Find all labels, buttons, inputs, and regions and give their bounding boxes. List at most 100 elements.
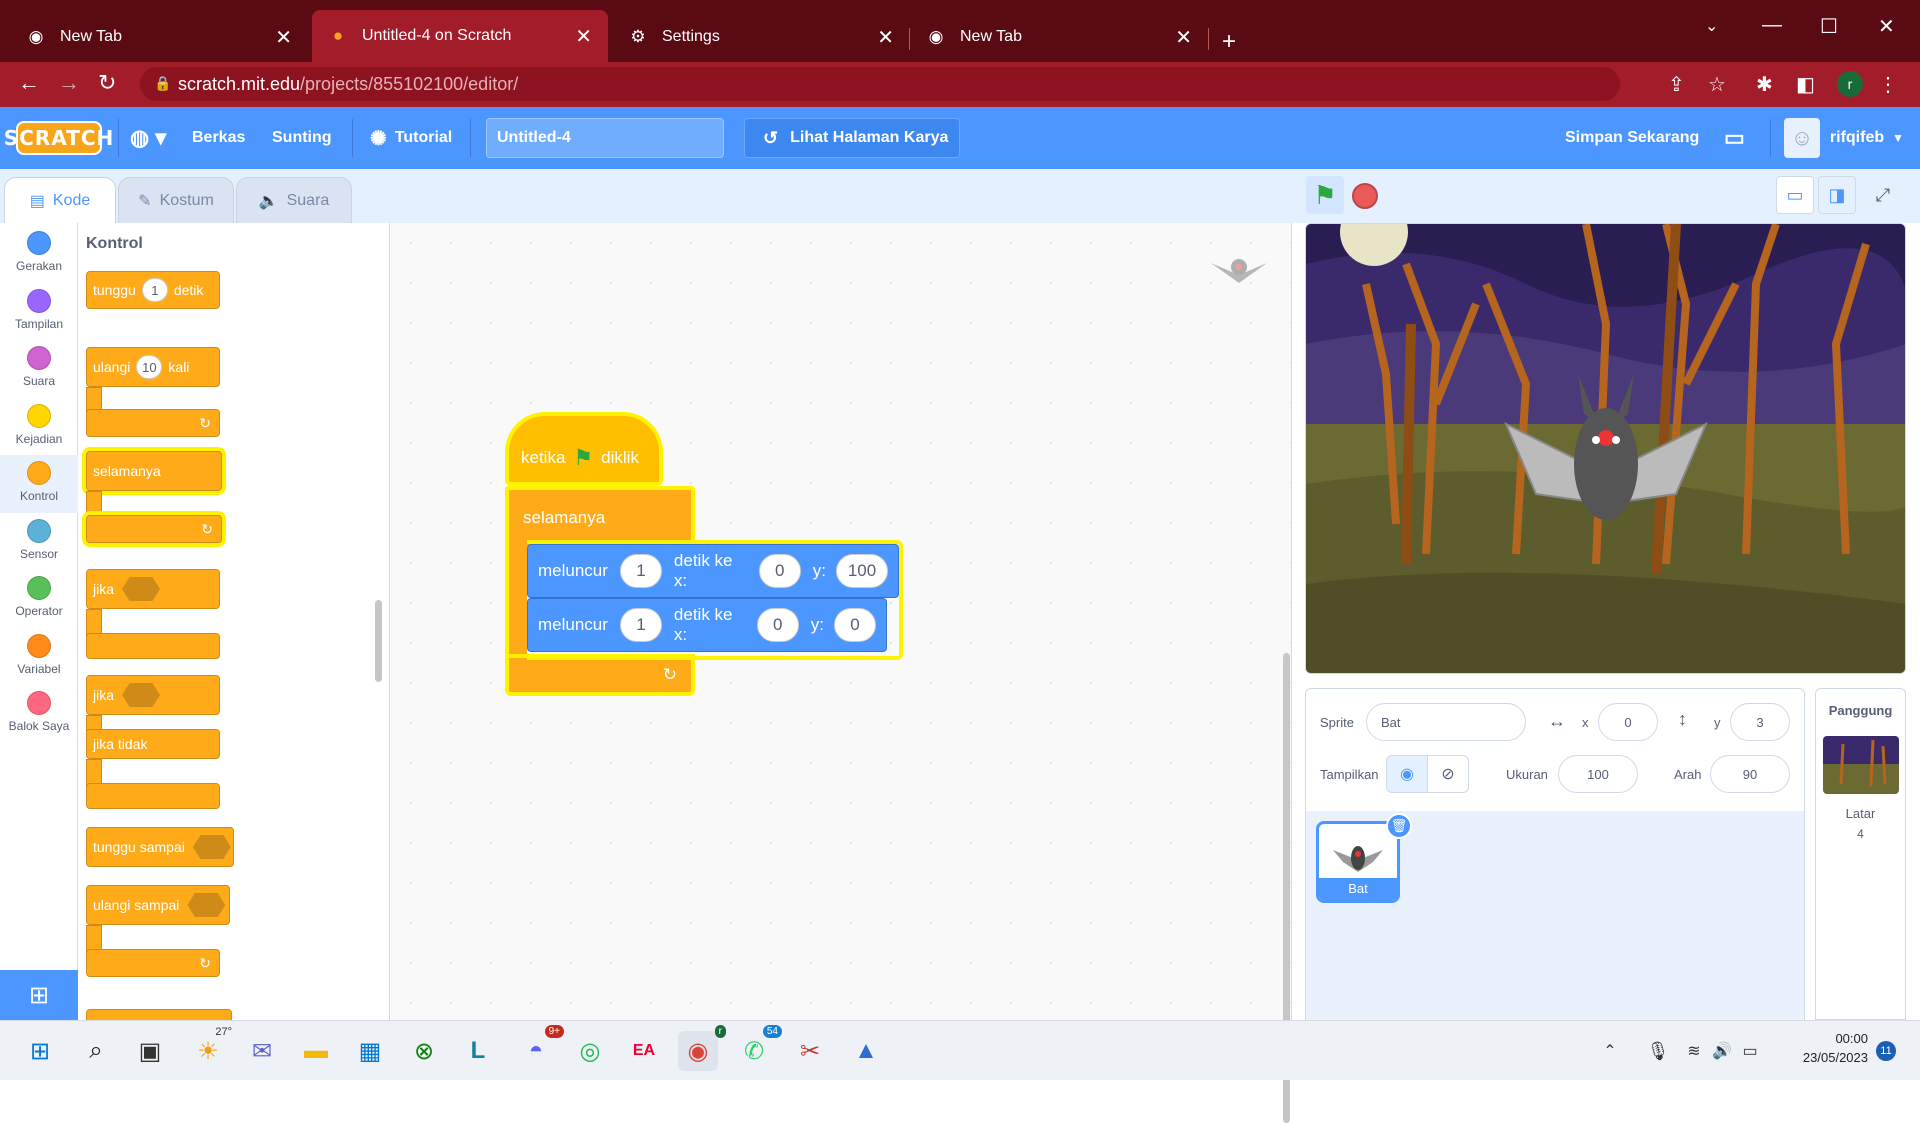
account-menu[interactable]: ☺ rifqifeb ▼ — [1784, 118, 1904, 158]
more-menu-icon[interactable]: ⋮ — [1878, 72, 1898, 97]
x-input[interactable]: 0 — [756, 608, 799, 642]
tab-new-tab-1[interactable]: ◉ New Tab ✕ — [10, 12, 308, 62]
tutorial-button[interactable]: ✺ Tutorial — [370, 107, 452, 169]
save-now-button[interactable]: Simpan Sekarang — [1565, 107, 1699, 169]
whatsapp-icon[interactable]: ✆ 54 — [734, 1025, 782, 1071]
hide-eye-icon[interactable]: ⊘ — [1427, 755, 1469, 793]
reload-icon[interactable]: ↻ — [98, 70, 116, 96]
window-close-icon[interactable]: ✕ — [1878, 14, 1895, 39]
y-input[interactable]: 100 — [836, 554, 888, 588]
share-icon[interactable]: ⇪ — [1668, 72, 1685, 97]
tab-code[interactable]: ▤ Kode — [4, 177, 116, 223]
tab-scratch[interactable]: ● Untitled-4 on Scratch ✕ — [312, 10, 608, 62]
side-panel-icon[interactable]: ◧ — [1796, 72, 1815, 97]
chrome-taskbar-icon[interactable]: ◉ r — [678, 1025, 726, 1071]
windows-start-icon[interactable]: ⊞ — [20, 1031, 60, 1071]
number-input[interactable]: 10 — [136, 355, 163, 379]
new-tab-plus-icon[interactable]: + — [1222, 28, 1236, 56]
battery-icon[interactable]: ▭ — [1738, 1031, 1762, 1071]
category-motion[interactable]: Gerakan — [0, 225, 78, 283]
x-input[interactable]: 0 — [758, 554, 801, 588]
microsoft-store-icon[interactable]: ▦ — [350, 1031, 390, 1071]
category-operators[interactable]: Operator — [0, 570, 78, 628]
xbox-icon[interactable]: ⊗ — [404, 1031, 444, 1071]
discord-icon[interactable]: ◓ 9+ — [516, 1025, 564, 1071]
tab-costume[interactable]: ✎ Kostum — [118, 177, 234, 223]
boolean-slot[interactable] — [192, 835, 231, 859]
extensions-puzzle-icon[interactable]: ✱ — [1756, 72, 1773, 97]
photos-icon[interactable]: ▲ — [846, 1031, 886, 1071]
stage-canvas[interactable] — [1305, 223, 1906, 674]
back-icon[interactable]: ← — [18, 70, 40, 96]
size-input[interactable]: 100 — [1558, 755, 1638, 793]
close-icon[interactable]: ✕ — [575, 24, 592, 49]
forward-icon[interactable]: → — [58, 70, 80, 96]
category-events[interactable]: Kejadian — [0, 398, 78, 456]
if-else-block[interactable]: jika — [86, 675, 220, 715]
project-title-input[interactable]: Untitled-4 — [486, 118, 724, 158]
see-project-page-button[interactable]: ↺ Lihat Halaman Karya — [744, 118, 960, 158]
small-stage-icon[interactable]: ▭ — [1776, 176, 1814, 214]
category-control[interactable]: Kontrol — [0, 455, 78, 513]
green-flag-icon[interactable]: ⚑ — [1306, 176, 1344, 214]
tab-search-chevron-icon[interactable]: ⌄ — [1705, 16, 1718, 36]
volume-icon[interactable]: 🔊 — [1710, 1031, 1734, 1071]
add-extension-icon[interactable]: ⊞ — [0, 970, 78, 1020]
when-flag-clicked-block[interactable]: ketika ⚑ diklik — [505, 412, 663, 486]
scratch-logo[interactable]: SCRATCH — [4, 121, 113, 155]
seconds-input[interactable]: 1 — [619, 608, 662, 642]
maximize-icon[interactable]: ☐ — [1820, 14, 1838, 39]
close-icon[interactable]: ✕ — [877, 25, 894, 50]
boolean-slot[interactable] — [122, 683, 161, 707]
y-input[interactable]: 3 — [1730, 703, 1790, 741]
large-stage-icon[interactable]: ◨ — [1818, 176, 1856, 214]
microphone-icon[interactable]: 🎙 — [1646, 1031, 1670, 1071]
x-input[interactable]: 0 — [1598, 703, 1658, 741]
profile-avatar[interactable]: r — [1837, 71, 1863, 97]
next-block-partial[interactable] — [86, 1009, 232, 1020]
repeat-block[interactable]: ulangi 10 kali — [86, 347, 220, 387]
wait-until-block[interactable]: tunggu sampai — [86, 827, 234, 867]
stage-selector[interactable]: Panggung Latar 4 — [1815, 688, 1906, 1020]
search-icon[interactable]: ⌕ — [76, 1031, 116, 1071]
url-field[interactable]: 🔒 scratch.mit.edu/projects/855102100/edi… — [140, 67, 1620, 101]
boolean-slot[interactable] — [187, 893, 226, 917]
palette-scrollbar[interactable] — [375, 600, 382, 682]
wait-block[interactable]: tunggu 1 detik — [86, 271, 220, 309]
number-input[interactable]: 1 — [141, 278, 168, 302]
fullscreen-icon[interactable]: ⤢ — [1864, 176, 1902, 214]
category-looks[interactable]: Tampilan — [0, 283, 78, 341]
category-sensing[interactable]: Sensor — [0, 513, 78, 571]
seconds-input[interactable]: 1 — [619, 554, 662, 588]
tab-settings[interactable]: ⚙ Settings ✕ — [612, 12, 910, 62]
my-stuff-folder-icon[interactable]: ▭ — [1724, 107, 1745, 169]
clock[interactable]: 00:00 23/05/2023 — [1786, 1031, 1868, 1065]
forever-block[interactable]: selamanya — [86, 451, 222, 491]
tab-new-tab-2[interactable]: ◉ New Tab ✕ — [910, 12, 1208, 62]
spotify-icon[interactable]: ◎ — [570, 1031, 610, 1071]
repeat-until-block[interactable]: ulangi sampai — [86, 885, 230, 925]
edit-menu[interactable]: Sunting — [272, 107, 332, 169]
close-icon[interactable]: ✕ — [275, 25, 292, 50]
forever-block[interactable]: selamanya — [505, 486, 695, 546]
snipping-tool-icon[interactable]: ✂ — [790, 1031, 830, 1071]
category-my-blocks[interactable]: Balok Saya — [0, 685, 78, 743]
task-view-icon[interactable]: ▣ — [130, 1031, 170, 1071]
category-sound[interactable]: Suara — [0, 340, 78, 398]
category-variables[interactable]: Variabel — [0, 628, 78, 686]
notification-count-badge[interactable]: 11 — [1876, 1041, 1896, 1061]
ea-app-icon[interactable]: EA — [624, 1031, 664, 1071]
teams-chat-icon[interactable]: ✉ — [242, 1031, 282, 1071]
stop-icon[interactable] — [1352, 183, 1378, 209]
bookmark-star-icon[interactable]: ☆ — [1708, 72, 1726, 97]
tray-chevron-up-icon[interactable]: ⌃ — [1598, 1031, 1622, 1071]
direction-input[interactable]: 90 — [1710, 755, 1790, 793]
y-input[interactable]: 0 — [834, 608, 876, 642]
close-icon[interactable]: ✕ — [1175, 25, 1192, 50]
delete-trash-icon[interactable]: 🗑 — [1386, 813, 1412, 839]
glide-block[interactable]: meluncur 1 detik ke x: 0 y: 0 — [527, 598, 887, 652]
file-explorer-icon[interactable]: ▬ — [296, 1031, 336, 1071]
wifi-icon[interactable]: ≋ — [1682, 1031, 1706, 1071]
boolean-slot[interactable] — [122, 577, 161, 601]
weather-icon[interactable]: ☀ 27° — [188, 1026, 232, 1071]
